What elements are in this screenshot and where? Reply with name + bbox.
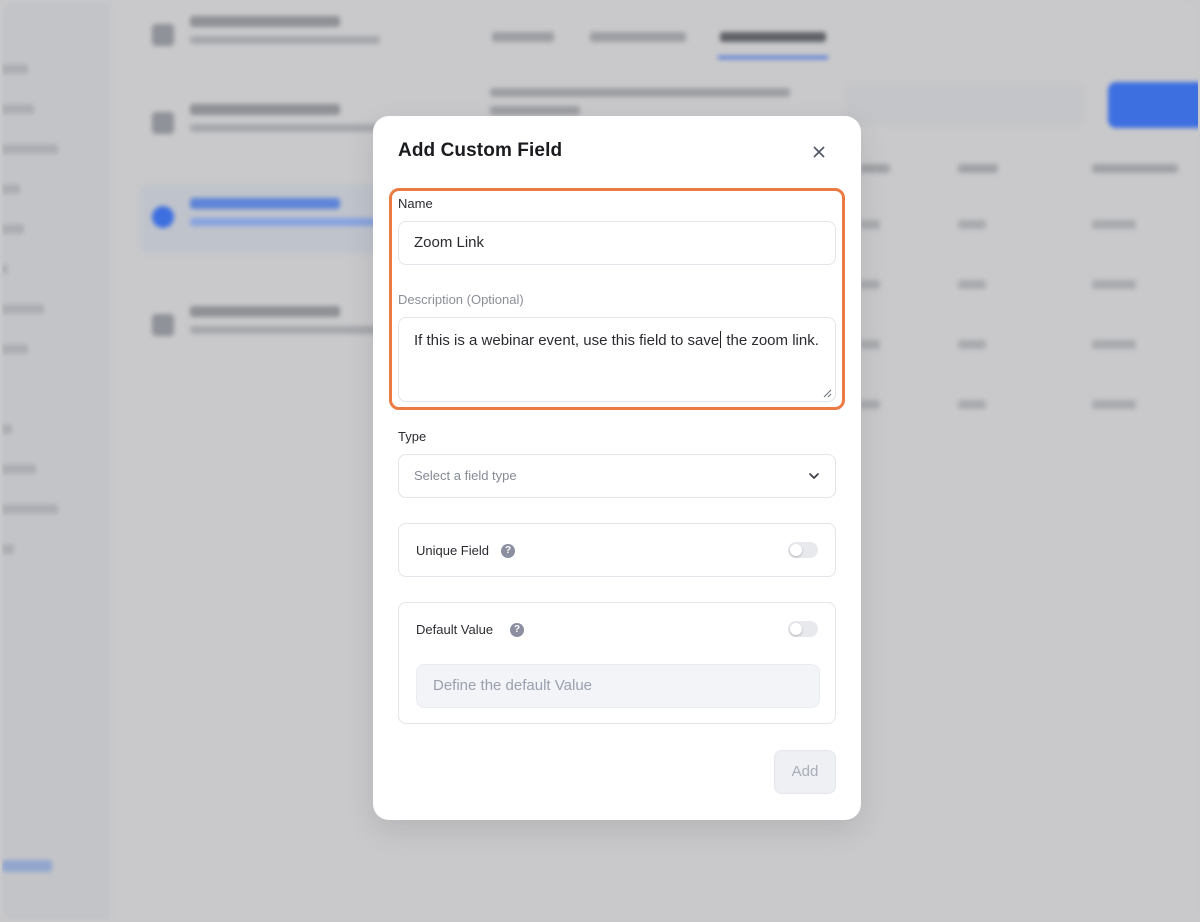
type-label: Type	[398, 429, 427, 444]
description-textarea[interactable]: If this is a webinar event, use this fie…	[398, 317, 836, 402]
description-text-before-caret: If this is a webinar event, use this fie…	[414, 332, 720, 349]
resize-grip-icon[interactable]	[822, 388, 832, 398]
add-button[interactable]: Add	[774, 750, 836, 794]
help-icon[interactable]: ?	[510, 623, 524, 637]
help-icon[interactable]: ?	[501, 544, 515, 558]
field-type-select[interactable]: Select a field type	[398, 454, 836, 498]
background-sidebar	[2, 2, 110, 920]
default-value-input[interactable]: Define the default Value	[416, 664, 820, 708]
description-label: Description (Optional)	[398, 292, 524, 307]
close-icon	[813, 146, 825, 158]
name-label: Name	[398, 196, 433, 211]
close-button[interactable]	[809, 142, 829, 162]
chevron-down-icon	[809, 473, 819, 479]
name-input[interactable]: Zoom Link	[398, 221, 836, 265]
text-caret	[720, 331, 722, 348]
unique-field-toggle[interactable]	[788, 542, 818, 558]
default-value-card: Default Value ? Define the default Value	[398, 602, 836, 724]
description-text-after-caret: the zoom link.	[722, 332, 819, 349]
unique-field-label: Unique Field	[416, 543, 489, 558]
default-value-label: Default Value	[416, 622, 494, 637]
add-custom-field-modal: Add Custom Field Name Zoom Link Descript…	[373, 116, 861, 820]
unique-field-card: Unique Field ?	[398, 523, 836, 577]
field-type-placeholder: Select a field type	[414, 468, 517, 483]
modal-title: Add Custom Field	[398, 140, 563, 161]
default-value-toggle[interactable]	[788, 621, 818, 637]
